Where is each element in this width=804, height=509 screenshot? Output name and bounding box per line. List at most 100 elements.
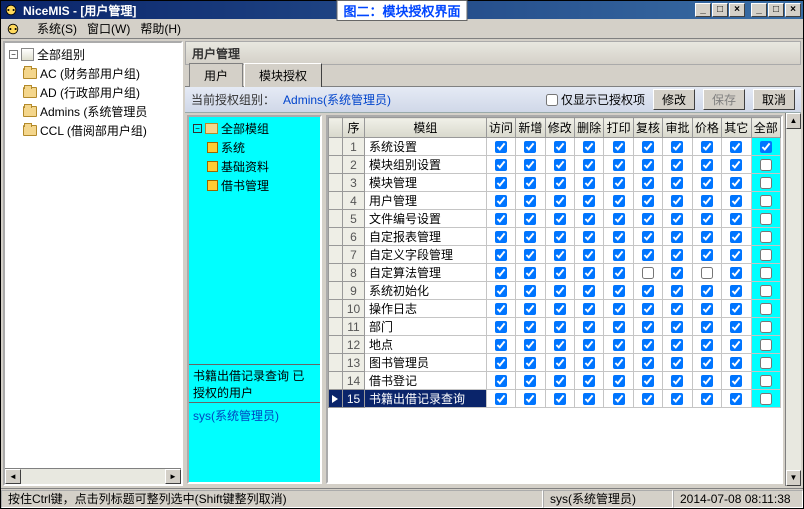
perm-cell[interactable] — [486, 192, 515, 210]
perm-checkbox[interactable] — [554, 339, 566, 351]
perm-cell[interactable] — [722, 138, 751, 156]
perm-cell[interactable] — [516, 390, 545, 408]
perm-all-checkbox[interactable] — [760, 177, 772, 189]
perm-cell[interactable] — [633, 390, 662, 408]
perm-checkbox[interactable] — [730, 141, 742, 153]
col-header-other[interactable]: 其它 — [722, 118, 751, 138]
perm-all-checkbox[interactable] — [760, 213, 772, 225]
scroll-up-icon[interactable]: ▲ — [786, 113, 801, 129]
perm-cell[interactable] — [722, 156, 751, 174]
perm-checkbox[interactable] — [642, 285, 654, 297]
perm-cell-all[interactable] — [751, 336, 781, 354]
perm-cell[interactable] — [516, 372, 545, 390]
perm-checkbox[interactable] — [642, 303, 654, 315]
perm-checkbox[interactable] — [554, 285, 566, 297]
perm-checkbox[interactable] — [613, 339, 625, 351]
perm-all-checkbox[interactable] — [760, 393, 772, 405]
col-header-print[interactable]: 打印 — [604, 118, 633, 138]
perm-checkbox[interactable] — [554, 357, 566, 369]
perm-cell[interactable] — [574, 282, 603, 300]
group-tree-item[interactable]: CCL (借阅部用户组) — [23, 121, 179, 140]
perm-checkbox[interactable] — [730, 285, 742, 297]
perm-checkbox[interactable] — [554, 141, 566, 153]
perm-checkbox[interactable] — [642, 357, 654, 369]
perm-checkbox[interactable] — [642, 339, 654, 351]
perm-checkbox[interactable] — [671, 141, 683, 153]
perm-checkbox[interactable] — [613, 213, 625, 225]
perm-checkbox[interactable] — [671, 249, 683, 261]
perm-checkbox[interactable] — [613, 195, 625, 207]
perm-cell[interactable] — [486, 318, 515, 336]
perm-checkbox[interactable] — [524, 357, 536, 369]
perm-cell[interactable] — [604, 174, 633, 192]
perm-cell[interactable] — [692, 138, 721, 156]
perm-checkbox[interactable] — [524, 285, 536, 297]
perm-cell[interactable] — [574, 318, 603, 336]
perm-checkbox[interactable] — [701, 231, 713, 243]
perm-checkbox[interactable] — [701, 285, 713, 297]
perm-cell[interactable] — [545, 336, 574, 354]
perm-cell[interactable] — [516, 192, 545, 210]
perm-cell[interactable] — [633, 192, 662, 210]
perm-cell-all[interactable] — [751, 354, 781, 372]
modify-button[interactable]: 修改 — [653, 89, 695, 110]
perm-cell[interactable] — [486, 246, 515, 264]
perm-cell[interactable] — [574, 246, 603, 264]
table-row[interactable]: 4用户管理 — [329, 192, 781, 210]
perm-cell[interactable] — [633, 264, 662, 282]
perm-checkbox[interactable] — [554, 267, 566, 279]
col-header-del[interactable]: 删除 — [574, 118, 603, 138]
perm-cell[interactable] — [663, 138, 692, 156]
perm-checkbox[interactable] — [495, 267, 507, 279]
perm-cell[interactable] — [545, 228, 574, 246]
perm-checkbox[interactable] — [671, 393, 683, 405]
perm-checkbox[interactable] — [613, 285, 625, 297]
perm-checkbox[interactable] — [613, 267, 625, 279]
perm-checkbox[interactable] — [642, 321, 654, 333]
left-hscrollbar[interactable]: ◄ ► — [5, 468, 181, 484]
perm-checkbox[interactable] — [583, 321, 595, 333]
perm-checkbox[interactable] — [671, 213, 683, 225]
perm-checkbox[interactable] — [554, 321, 566, 333]
perm-cell[interactable] — [545, 354, 574, 372]
perm-checkbox[interactable] — [524, 159, 536, 171]
scroll-left-icon[interactable]: ◄ — [5, 469, 21, 484]
perm-cell[interactable] — [486, 228, 515, 246]
perm-checkbox[interactable] — [730, 177, 742, 189]
perm-cell[interactable] — [545, 174, 574, 192]
perm-all-checkbox[interactable] — [760, 339, 772, 351]
table-row[interactable]: 10操作日志 — [329, 300, 781, 318]
perm-cell[interactable] — [722, 210, 751, 228]
perm-checkbox[interactable] — [554, 159, 566, 171]
perm-cell[interactable] — [692, 372, 721, 390]
perm-checkbox[interactable] — [730, 159, 742, 171]
perm-cell[interactable] — [663, 210, 692, 228]
table-row[interactable]: 5文件编号设置 — [329, 210, 781, 228]
perm-cell[interactable] — [574, 228, 603, 246]
table-row[interactable]: 8自定算法管理 — [329, 264, 781, 282]
only-authed-checkbox[interactable]: 仅显示已授权项 — [546, 91, 645, 108]
perm-checkbox[interactable] — [583, 393, 595, 405]
perm-all-checkbox[interactable] — [760, 231, 772, 243]
perm-cell[interactable] — [545, 390, 574, 408]
perm-cell-all[interactable] — [751, 372, 781, 390]
perm-cell[interactable] — [604, 192, 633, 210]
perm-cell-all[interactable] — [751, 264, 781, 282]
perm-cell[interactable] — [633, 138, 662, 156]
perm-checkbox[interactable] — [495, 249, 507, 261]
perm-cell[interactable] — [722, 174, 751, 192]
perm-cell[interactable] — [486, 174, 515, 192]
perm-checkbox[interactable] — [613, 357, 625, 369]
perm-all-checkbox[interactable] — [760, 195, 772, 207]
perm-checkbox[interactable] — [642, 159, 654, 171]
perm-checkbox[interactable] — [524, 231, 536, 243]
table-row[interactable]: 15书籍出借记录查询 — [329, 390, 781, 408]
perm-cell[interactable] — [633, 246, 662, 264]
perm-cell[interactable] — [633, 210, 662, 228]
perm-cell[interactable] — [604, 282, 633, 300]
perm-checkbox[interactable] — [730, 303, 742, 315]
perm-checkbox[interactable] — [524, 195, 536, 207]
perm-cell[interactable] — [692, 228, 721, 246]
perm-checkbox[interactable] — [730, 195, 742, 207]
scroll-track[interactable] — [786, 129, 801, 470]
